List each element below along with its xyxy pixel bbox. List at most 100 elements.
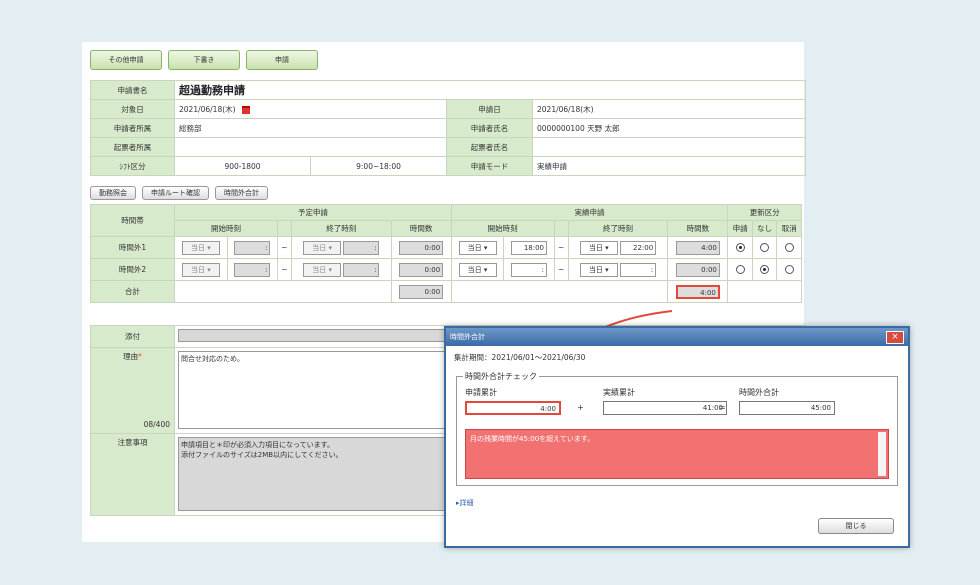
target-date-value: 2021/06/18(木): [179, 104, 236, 114]
row1-cancel-cell: [776, 236, 802, 259]
day-select[interactable]: 当日 ▾: [181, 240, 220, 255]
warning-scrollbar[interactable]: [878, 432, 886, 476]
row1-actual-hours: 4:00: [675, 240, 720, 255]
day-select[interactable]: 当日 ▾: [458, 240, 497, 255]
total-actual-spacer: [450, 280, 669, 303]
reason-label: 理由: [123, 352, 139, 361]
drafter-dept-value: [174, 137, 447, 157]
update-apply-header: 申請: [727, 220, 753, 237]
plus-sign: +: [577, 403, 584, 412]
time-input[interactable]: :: [343, 240, 380, 255]
dept-value: 総務部: [174, 118, 447, 138]
row1-actual-start[interactable]: 18:00: [511, 240, 547, 255]
check-fieldset: 時間外合計チェック 申請累計 4:00 + 実績累計 41:00 = 時間外合計…: [456, 371, 898, 486]
mode-label: 申請モード: [446, 156, 533, 176]
total-label: 時間外合計: [739, 388, 779, 397]
planned-header: 予定申請: [174, 204, 452, 221]
actual-end-header: 終了時刻: [567, 220, 669, 237]
day-select[interactable]: 当日 ▾: [181, 262, 220, 277]
attach-label: 添付: [90, 325, 175, 348]
time-input[interactable]: :: [234, 240, 271, 255]
time-input[interactable]: :: [620, 262, 657, 277]
row1-planned-start-time: :: [226, 236, 278, 259]
required-mark: *: [138, 352, 142, 361]
total-update-spacer: [727, 280, 802, 303]
row1-planned-hours-cell: 0:00: [390, 236, 452, 259]
row1-cancel-radio[interactable]: [784, 243, 794, 253]
notes-label: 注意事項: [90, 433, 175, 516]
check-legend: 時間外合計チェック: [463, 371, 539, 382]
row2-planned-start-day: 当日 ▾: [174, 258, 228, 281]
drafter-dept-label: 起票者所属: [90, 137, 175, 157]
detail-link[interactable]: ▸詳細: [456, 498, 474, 508]
sub-toolbar: 勤務照会 申請ルート確認 時間外合計: [90, 186, 268, 200]
day-select[interactable]: 当日 ▾: [458, 262, 497, 277]
warning-message: 月の残業時間が45:00を超えています。: [465, 429, 889, 479]
row1-label: 時間外1: [90, 236, 175, 259]
row2-cancel-radio[interactable]: [784, 265, 794, 275]
period-header: 時間帯: [90, 204, 175, 237]
row1-actual-start-time: 18:00: [503, 236, 555, 259]
row1-none-radio[interactable]: [760, 243, 770, 253]
time-input[interactable]: :: [511, 262, 547, 277]
row2-actual-tilde: ~: [553, 258, 569, 281]
equals-sign: =: [719, 403, 726, 412]
row2-none-cell: [751, 258, 778, 281]
actual-header: 実績申請: [450, 204, 729, 221]
row2-none-radio[interactable]: [760, 265, 770, 275]
actual-start-header: 開始時刻: [450, 220, 555, 237]
work-inquiry-button[interactable]: 勤務照会: [90, 186, 136, 200]
apply-date-value: 2021/06/18(木): [532, 99, 806, 119]
calendar-icon[interactable]: [241, 105, 250, 114]
form-title: 超過勤務申請: [174, 80, 806, 100]
row2-planned-hours-cell: 0:00: [390, 258, 452, 281]
reason-label-cell: 理由* 08/400: [90, 347, 175, 434]
warning-text: 月の残業時間が45:00を超えています。: [470, 435, 595, 443]
row2-apply-radio[interactable]: [735, 265, 745, 275]
applied-label: 申請累計: [465, 388, 497, 397]
day-select[interactable]: 当日 ▾: [579, 262, 618, 277]
overtime-total-dialog: 時間外合計 × 集計期間：2021/06/01～2021/06/30 時間外合計…: [444, 326, 910, 548]
day-select[interactable]: 当日 ▾: [303, 240, 342, 255]
row1-apply-radio[interactable]: [735, 243, 745, 253]
row2-actual-hours: 0:00: [675, 262, 720, 277]
time-input[interactable]: :: [234, 262, 271, 277]
total-label: 合計: [90, 280, 175, 303]
drafter-value: [532, 137, 806, 157]
actual-total: 41:00: [603, 401, 727, 415]
close-icon[interactable]: ×: [886, 331, 904, 344]
planned-hours-header: 時間数: [390, 220, 452, 237]
row1-planned-tilde: ~: [276, 236, 292, 259]
row1-planned-hours: 0:00: [399, 240, 444, 255]
actual-hours-header: 時間数: [667, 220, 729, 237]
applicant-label: 申請者氏名: [446, 118, 533, 138]
total-planned: 0:00: [399, 284, 444, 299]
route-check-button[interactable]: 申請ルート確認: [142, 186, 209, 200]
actual-label: 実績累計: [603, 388, 635, 397]
row2-actual-start-time: :: [503, 258, 555, 281]
row1-none-cell: [751, 236, 778, 259]
day-select[interactable]: 当日 ▾: [303, 262, 342, 277]
title-label: 申請書名: [90, 80, 175, 100]
update-header: 更新区分: [727, 204, 802, 221]
apply-button[interactable]: 申請: [246, 50, 318, 70]
update-none-header: なし: [751, 220, 778, 237]
row1-actual-end[interactable]: 22:00: [620, 240, 657, 255]
close-button[interactable]: 閉じる: [818, 518, 894, 534]
row1-planned-start-day: 当日 ▾: [174, 236, 228, 259]
row2-cancel-cell: [776, 258, 802, 281]
other-request-button[interactable]: その他申請: [90, 50, 162, 70]
overtime-total-button[interactable]: 時間外合計: [215, 186, 268, 200]
row2-apply-cell: [727, 258, 753, 281]
day-select[interactable]: 当日 ▾: [579, 240, 618, 255]
time-input[interactable]: :: [343, 262, 380, 277]
header-table: 申請書名 超過勤務申請 対象日 2021/06/18(木) 申請日 2021/0…: [90, 80, 806, 176]
dialog-period: 集計期間：2021/06/01～2021/06/30: [454, 353, 586, 362]
row1-actual-start-day: 当日 ▾: [450, 236, 505, 259]
target-date-cell: 2021/06/18(木): [174, 99, 447, 119]
draft-button[interactable]: 下書き: [168, 50, 240, 70]
row2-planned-tilde: ~: [276, 258, 292, 281]
row2-label: 時間外2: [90, 258, 175, 281]
row1-actual-end-cell: 当日 ▾ 22:00: [567, 236, 669, 259]
row2-planned-start-time: :: [226, 258, 278, 281]
